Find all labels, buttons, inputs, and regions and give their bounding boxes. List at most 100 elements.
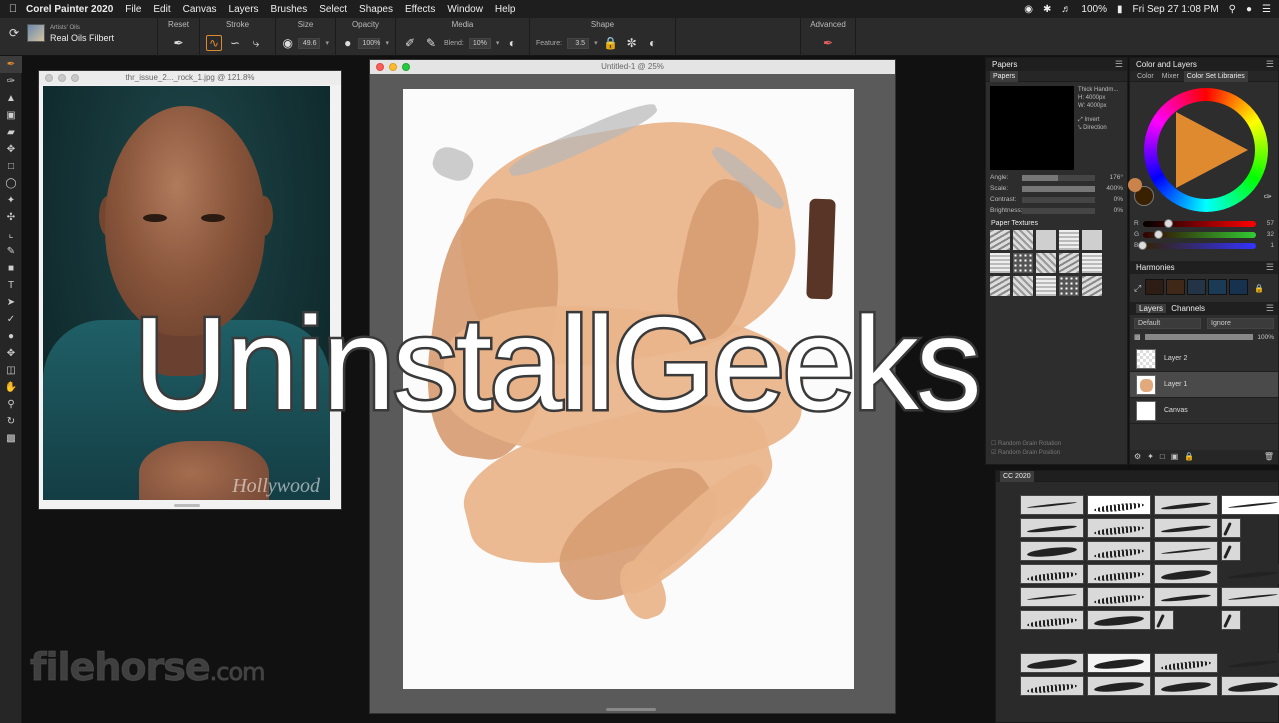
menu-edit[interactable]: Edit (153, 4, 170, 15)
brush-variant-thumbnail[interactable] (1154, 495, 1218, 515)
lock-layer-icon[interactable]: 🔒 (1184, 452, 1194, 462)
papers-panel-header[interactable]: Papers ☰ (986, 58, 1127, 71)
blue-value[interactable]: 1 (1260, 242, 1274, 249)
tab-channels[interactable]: Channels (1168, 304, 1208, 313)
brush-variant-thumbnail[interactable] (1154, 518, 1218, 538)
brush-variant-thumbnail[interactable] (1087, 587, 1151, 607)
menu-shapes[interactable]: Shapes (359, 4, 393, 15)
zoom-tool-icon[interactable]: ⚲ (0, 396, 22, 413)
paper-texture-swatch[interactable] (1036, 230, 1056, 250)
brush-variant-thumbnail[interactable] (1087, 541, 1151, 561)
media-edit-icon[interactable]: ✎ (423, 35, 439, 51)
brush-variant-thumbnail[interactable] (1087, 518, 1151, 538)
red-value[interactable]: 57 (1260, 220, 1274, 227)
brush-variant-thumbnail[interactable] (1221, 541, 1241, 561)
magic-wand-tool-icon[interactable]: ✦ (0, 192, 22, 209)
tab-papers[interactable]: Papers (990, 71, 1019, 82)
brush-category-icon[interactable] (27, 24, 45, 42)
blue-slider[interactable]: B 1 (1130, 240, 1278, 251)
harmony-swatch[interactable] (1187, 279, 1207, 295)
bluetooth-icon[interactable]: ✱ (1043, 4, 1051, 15)
tab-mixer[interactable]: Mixer (1159, 71, 1182, 82)
rubber-stamp-tool-icon[interactable]: ● (0, 328, 22, 345)
red-slider[interactable]: R 57 (1130, 218, 1278, 229)
blend-field[interactable]: 10% (468, 37, 491, 49)
canvas-close-button[interactable] (376, 63, 384, 71)
dynamic-plugins-icon[interactable]: ✦ (1147, 452, 1154, 462)
paper-texture-swatch[interactable] (1082, 276, 1102, 296)
brush-variant-thumbnail[interactable] (1020, 587, 1084, 607)
opacity-dropdown-icon[interactable]: ▾ (385, 39, 389, 47)
screen-mode-tool-icon[interactable]: ▩ (0, 430, 22, 447)
shape-dab-icon[interactable]: ◐ (645, 35, 661, 51)
tab-layers[interactable]: Layers (1136, 304, 1167, 313)
media-brush-icon[interactable]: ✐ (402, 35, 418, 51)
red-knob[interactable] (1163, 218, 1173, 228)
volume-icon[interactable]: ♬ (1061, 4, 1071, 15)
panel-menu-icon[interactable]: ☰ (1115, 58, 1123, 71)
rect-select-tool-icon[interactable]: □ (0, 158, 22, 175)
reset-tool-icon[interactable]: ⟳ (6, 25, 22, 41)
pen-tool-icon[interactable]: ✎ (0, 243, 22, 260)
paper-texture-swatch[interactable] (990, 253, 1010, 273)
reset-brush-icon[interactable]: ✒ (171, 35, 187, 51)
spotlight-icon[interactable]: ⚲ (1229, 4, 1236, 15)
brush-variant-thumbnail[interactable] (1020, 610, 1084, 630)
size-dial-icon[interactable]: ◉ (282, 35, 293, 51)
blend-dropdown-icon[interactable]: ▾ (496, 39, 500, 47)
mirror-tool-icon[interactable]: ✥ (0, 345, 22, 362)
harmony-swatch[interactable] (1229, 279, 1249, 295)
grabber-tool-icon[interactable]: ✋ (0, 379, 22, 396)
lock-icon[interactable]: 🔒 (603, 35, 619, 51)
brush-variant-thumbnail[interactable] (1154, 676, 1218, 696)
random-grain-position-checkbox[interactable]: ☑ Random Grain Position (991, 449, 1061, 458)
brush-variant-thumbnail[interactable] (1020, 495, 1084, 515)
paper-texture-swatch[interactable] (1059, 276, 1079, 296)
brush-variant-thumbnail[interactable] (1221, 518, 1241, 538)
brush-variant-thumbnail[interactable] (1020, 518, 1084, 538)
paper-texture-swatch[interactable] (1013, 253, 1033, 273)
green-slider[interactable]: G 32 (1130, 229, 1278, 240)
brush-variant-thumbnail[interactable] (1221, 495, 1279, 515)
menu-select[interactable]: Select (319, 4, 347, 15)
zoom-button[interactable] (71, 74, 79, 82)
menu-effects[interactable]: Effects (405, 4, 435, 15)
text-tool-icon[interactable]: T (0, 277, 22, 294)
freehand-stroke-icon[interactable]: ∿ (206, 35, 222, 51)
gradient-tool-icon[interactable]: ▣ (0, 107, 22, 124)
size-field[interactable]: 49.6 (298, 37, 321, 49)
saturation-value-triangle[interactable] (1176, 112, 1248, 188)
brush-variant-thumbnail[interactable] (1221, 587, 1279, 607)
rotate-page-tool-icon[interactable]: ↻ (0, 413, 22, 430)
close-button[interactable] (45, 74, 53, 82)
brush-variant-thumbnail[interactable] (1087, 564, 1151, 584)
menu-file[interactable]: File (125, 4, 141, 15)
menu-help[interactable]: Help (495, 4, 516, 15)
blue-knob[interactable] (1138, 240, 1148, 250)
brush-variant-thumbnail[interactable] (1154, 610, 1174, 630)
stroke-options-icon[interactable]: ⤷ (248, 35, 264, 51)
tab-cc-2020[interactable]: CC 2020 (1000, 471, 1034, 482)
reference-titlebar[interactable]: thr_issue_2..._rock_1.jpg @ 121.8% (39, 71, 341, 85)
harmony-swatch[interactable] (1166, 279, 1186, 295)
harmony-swatch[interactable] (1208, 279, 1228, 295)
new-layer-icon[interactable]: □ (1160, 452, 1165, 462)
feature-field[interactable]: 3.5 (567, 37, 590, 49)
menu-canvas[interactable]: Canvas (183, 4, 217, 15)
transform-tool-icon[interactable]: ✣ (0, 209, 22, 226)
paper-texture-swatch[interactable] (990, 230, 1010, 250)
paper-texture-swatch[interactable] (1036, 253, 1056, 273)
layer-row-layer-1[interactable]: Layer 1 (1130, 372, 1278, 398)
paper-texture-swatch[interactable] (1059, 230, 1079, 250)
harmony-swatch[interactable] (1145, 279, 1165, 295)
brush-variant-thumbnail[interactable] (1020, 676, 1084, 696)
wifi-icon[interactable]: ◉ (1024, 4, 1033, 15)
color-panel-menu-icon[interactable]: ☰ (1266, 58, 1274, 71)
opacity-field[interactable]: 100% (358, 37, 381, 49)
canvas-titlebar[interactable]: Untitled-1 @ 25% (370, 60, 895, 74)
green-value[interactable]: 32 (1260, 231, 1274, 238)
paper-texture-swatch[interactable] (1082, 253, 1102, 273)
notification-center-icon[interactable]: ☰ (1262, 4, 1271, 15)
paper-texture-swatch[interactable] (990, 276, 1010, 296)
canvas-minimize-button[interactable] (389, 63, 397, 71)
